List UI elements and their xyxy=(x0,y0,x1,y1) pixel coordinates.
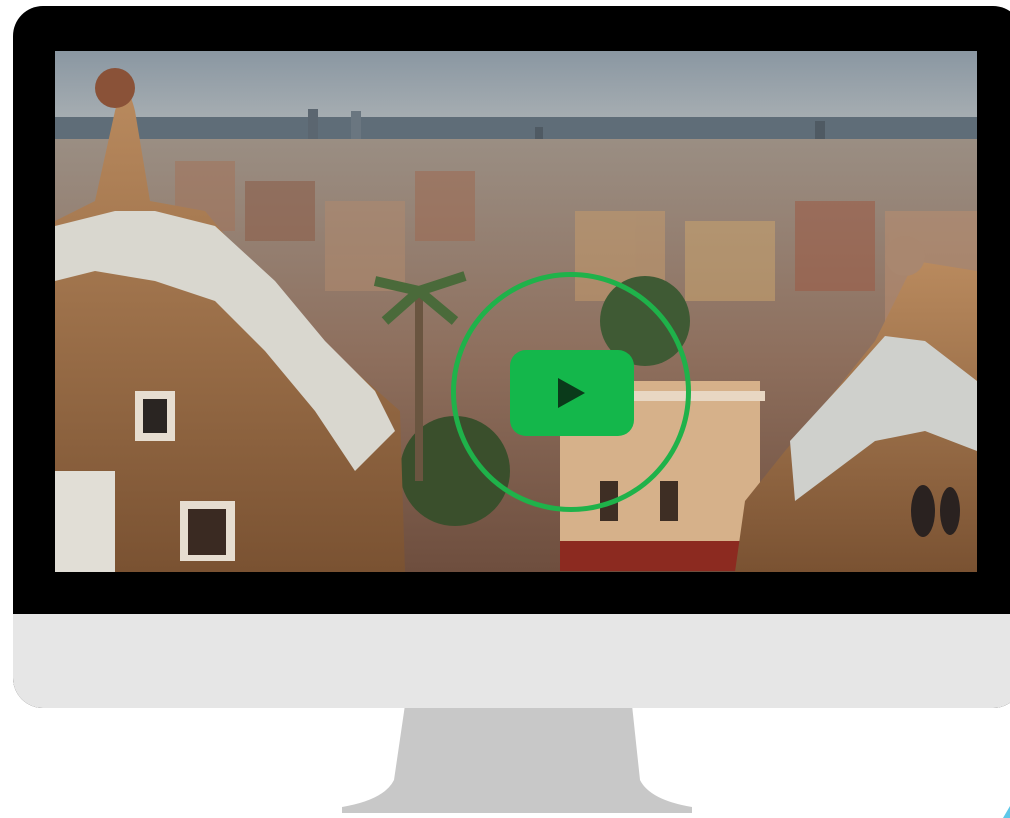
monitor-mockup xyxy=(0,0,1010,818)
monitor-chin xyxy=(13,614,1010,708)
monitor-frame xyxy=(13,6,1010,708)
video-screen[interactable] xyxy=(55,51,977,572)
play-icon xyxy=(558,378,585,408)
play-button[interactable] xyxy=(510,350,634,436)
